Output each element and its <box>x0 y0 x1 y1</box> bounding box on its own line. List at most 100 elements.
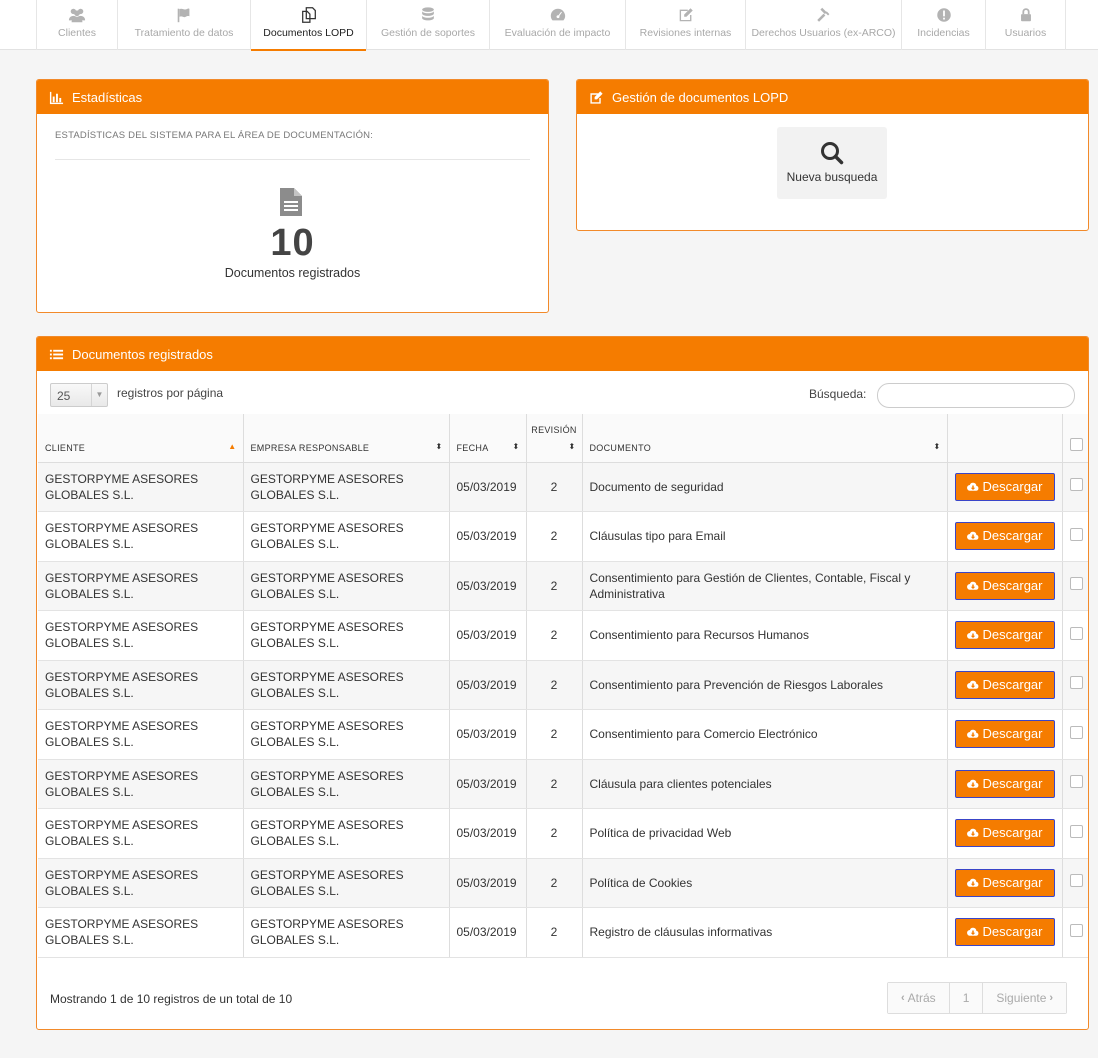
cell-actions: Descargar <box>947 759 1063 809</box>
row-checkbox[interactable] <box>1069 824 1083 838</box>
page-size-value: 25 <box>57 389 71 403</box>
table-row: GESTORPYME ASESORES GLOBALES S.L. GESTORP… <box>38 561 1088 611</box>
cell-select <box>1062 610 1088 661</box>
tab-clientes[interactable]: Clientes <box>36 0 118 50</box>
tab-label: Derechos Usuarios (ex-ARCO) <box>751 27 896 39</box>
cell-empresa: GESTORPYME ASESORES GLOBALES S.L. <box>243 660 450 710</box>
download-button[interactable]: Descargar <box>954 819 1055 848</box>
cell-revision: 2 <box>526 858 583 908</box>
download-button[interactable]: Descargar <box>954 868 1055 897</box>
download-button[interactable]: Descargar <box>954 720 1055 749</box>
tab-label: Tratamiento de datos <box>134 27 234 39</box>
header-fecha[interactable]: Fecha ⬍ <box>449 414 527 463</box>
tab-tratamiento[interactable]: Tratamiento de datos <box>118 0 251 50</box>
tab-label: Incidencias <box>917 27 970 39</box>
manage-panel: Gestión de documentos LOPD Nueva busqued… <box>576 79 1089 231</box>
select-all-checkbox[interactable] <box>1069 437 1083 451</box>
cell-cliente: GESTORPYME ASESORES GLOBALES S.L. <box>38 858 244 908</box>
cell-empresa: GESTORPYME ASESORES GLOBALES S.L. <box>243 808 450 859</box>
chevron-down-icon: ▼ <box>91 384 107 406</box>
download-button[interactable]: Descargar <box>954 621 1055 650</box>
search-input[interactable] <box>877 383 1075 408</box>
row-checkbox[interactable] <box>1069 478 1083 492</box>
alert-icon <box>902 6 985 24</box>
download-label: Descargar <box>982 924 1043 940</box>
cloud-download-icon <box>966 631 978 640</box>
search-label: Búsqueda: <box>809 387 867 401</box>
download-button[interactable]: Descargar <box>954 918 1055 947</box>
nav-tabs: Clientes Tratamiento de datos Documentos… <box>36 0 1066 51</box>
tab-evaluacion-impacto[interactable]: Evaluación de impacto <box>490 0 626 50</box>
new-search-button[interactable]: Nueva busqueda <box>777 127 887 199</box>
tab-revisiones-internas[interactable]: Revisiones internas <box>626 0 746 50</box>
tab-incidencias[interactable]: Incidencias <box>902 0 986 50</box>
row-checkbox[interactable] <box>1069 676 1083 690</box>
tab-label: Evaluación de impacto <box>504 27 611 39</box>
cell-documento: Política de privacidad Web <box>582 808 948 859</box>
tab-documentos-lopd[interactable]: Documentos LOPD <box>251 0 367 51</box>
cell-fecha: 05/03/2019 <box>449 759 527 809</box>
pager-next[interactable]: Siguiente › <box>983 983 1067 1013</box>
cell-fecha: 05/03/2019 <box>449 808 527 859</box>
header-cliente[interactable]: Cliente ▲ <box>38 414 244 463</box>
gavel-icon <box>746 6 901 24</box>
download-button[interactable]: Descargar <box>954 571 1055 600</box>
cell-revision: 2 <box>526 462 583 512</box>
cell-revision: 2 <box>526 759 583 809</box>
header-documento[interactable]: Documento ⬍ <box>582 414 948 463</box>
page-size-select[interactable]: 25 ▼ <box>50 383 108 407</box>
row-checkbox[interactable] <box>1069 775 1083 789</box>
cell-revision: 2 <box>526 907 583 958</box>
cell-select <box>1062 858 1088 908</box>
header-revision[interactable]: Revisión ⬍ <box>526 414 583 463</box>
row-checkbox[interactable] <box>1069 527 1083 541</box>
manage-title: Gestión de documentos LOPD <box>612 89 789 105</box>
download-label: Descargar <box>982 478 1043 494</box>
cell-revision: 2 <box>526 561 583 611</box>
cell-empresa: GESTORPYME ASESORES GLOBALES S.L. <box>243 561 450 611</box>
header-select-all[interactable] <box>1062 414 1088 463</box>
download-button[interactable]: Descargar <box>954 769 1055 798</box>
documents-title: Documentos registrados <box>72 346 213 362</box>
cell-fecha: 05/03/2019 <box>449 907 527 958</box>
sort-icon: ⬍ <box>933 441 941 451</box>
cell-empresa: GESTORPYME ASESORES GLOBALES S.L. <box>243 511 450 562</box>
download-button[interactable]: Descargar <box>954 670 1055 699</box>
lock-icon <box>986 6 1065 24</box>
cell-actions: Descargar <box>947 561 1063 611</box>
tab-label: Clientes <box>58 27 96 39</box>
sort-icon: ⬍ <box>512 441 520 451</box>
table-row: GESTORPYME ASESORES GLOBALES S.L. GESTORP… <box>38 759 1088 809</box>
download-label: Descargar <box>982 627 1043 643</box>
database-icon <box>367 6 489 24</box>
cell-documento: Consentimiento para Recursos Humanos <box>582 610 948 661</box>
stats-panel-header: Estadísticas <box>37 80 548 114</box>
cell-cliente: GESTORPYME ASESORES GLOBALES S.L. <box>38 660 244 710</box>
tab-usuarios[interactable]: Usuarios <box>986 0 1066 50</box>
pager-prev[interactable]: ‹ Atrás <box>888 983 950 1013</box>
divider <box>55 159 530 160</box>
bar-chart-icon <box>49 91 64 104</box>
row-checkbox[interactable] <box>1069 725 1083 739</box>
tab-gestion-soportes[interactable]: Gestión de soportes <box>367 0 490 50</box>
row-checkbox[interactable] <box>1069 626 1083 640</box>
row-checkbox[interactable] <box>1069 874 1083 888</box>
download-label: Descargar <box>982 874 1043 890</box>
cloud-download-icon <box>966 779 978 788</box>
cell-select <box>1062 511 1088 562</box>
cell-documento: Consentimiento para Comercio Electrónico <box>582 709 948 760</box>
download-button[interactable]: Descargar <box>954 522 1055 551</box>
row-checkbox[interactable] <box>1069 923 1083 937</box>
cell-actions: Descargar <box>947 858 1063 908</box>
cell-fecha: 05/03/2019 <box>449 660 527 710</box>
cell-cliente: GESTORPYME ASESORES GLOBALES S.L. <box>38 511 244 562</box>
cell-actions: Descargar <box>947 462 1063 512</box>
tab-derechos-usuarios[interactable]: Derechos Usuarios (ex-ARCO) <box>746 0 902 50</box>
header-empresa[interactable]: Empresa responsable ⬍ <box>243 414 450 463</box>
download-button[interactable]: Descargar <box>954 472 1055 501</box>
row-checkbox[interactable] <box>1069 577 1083 591</box>
documents-count-label: Documentos registrados <box>224 266 361 280</box>
pager-page-1[interactable]: 1 <box>949 983 984 1013</box>
dashboard-icon <box>490 6 625 24</box>
tab-label: Gestión de soportes <box>381 27 475 39</box>
